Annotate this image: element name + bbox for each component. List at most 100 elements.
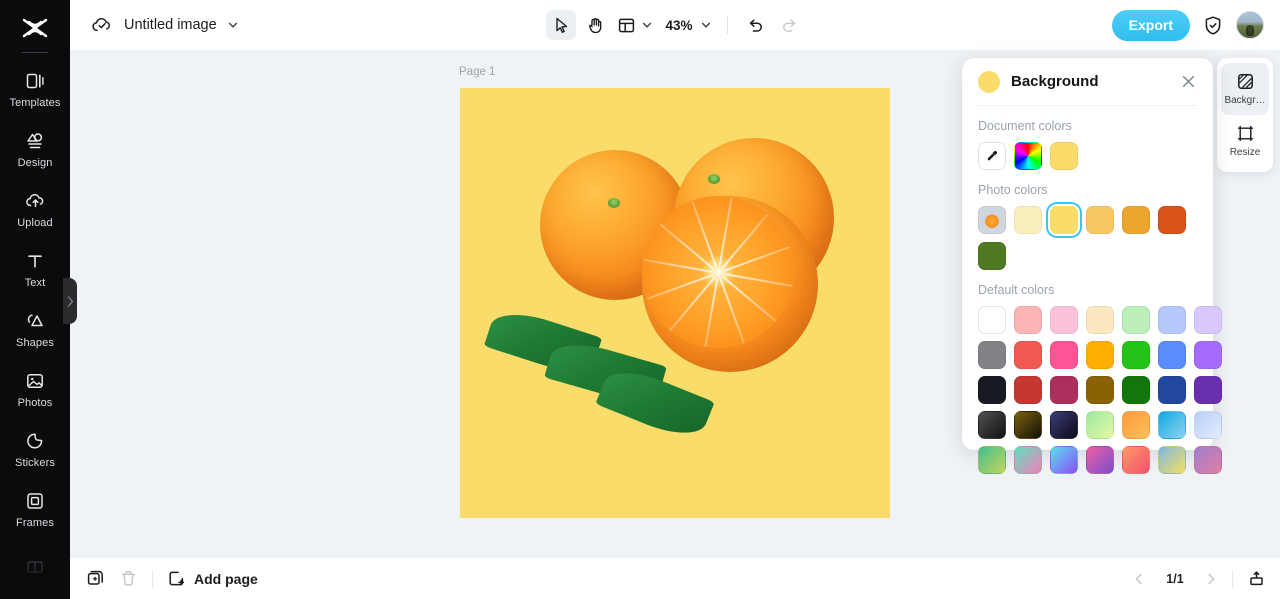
- default-gradient-swatch[interactable]: [1122, 411, 1150, 439]
- default-gradient-swatch[interactable]: [1086, 411, 1114, 439]
- default-color-swatch[interactable]: [978, 376, 1006, 404]
- document-title-chevron-down-icon[interactable]: [227, 19, 239, 31]
- photo-color-swatch[interactable]: [1158, 206, 1186, 234]
- upload-cloud-icon: [24, 190, 46, 212]
- oranges-image[interactable]: [460, 88, 890, 518]
- color-picker-rainbow[interactable]: [1014, 142, 1042, 170]
- default-color-swatch[interactable]: [1122, 376, 1150, 404]
- document-title[interactable]: Untitled image: [124, 17, 217, 33]
- rail-item-resize[interactable]: Resize: [1221, 115, 1269, 167]
- avatar[interactable]: [1236, 11, 1264, 39]
- prev-page-button[interactable]: [1132, 572, 1146, 586]
- default-color-swatch[interactable]: [978, 306, 1006, 334]
- rail-item-label: Backgr…: [1224, 95, 1266, 106]
- default-gradient-swatch[interactable]: [978, 411, 1006, 439]
- sidebar-item-templates[interactable]: Templates: [0, 59, 70, 119]
- default-colors-row: [978, 341, 1222, 369]
- next-page-button[interactable]: [1204, 572, 1218, 586]
- frames-icon: [24, 490, 46, 512]
- default-color-swatch[interactable]: [1122, 306, 1150, 334]
- background-panel: Background Document colors Photo colors: [962, 58, 1222, 474]
- sidebar-item-label: Text: [24, 276, 46, 289]
- default-gradient-swatch[interactable]: [1050, 446, 1078, 474]
- default-colors-row: [978, 411, 1222, 439]
- default-color-swatch[interactable]: [1194, 376, 1222, 404]
- default-gradient-swatch[interactable]: [1194, 411, 1222, 439]
- default-gradient-swatch[interactable]: [1122, 446, 1150, 474]
- rail-item-background[interactable]: Backgr…: [1221, 63, 1269, 115]
- shield-check-icon[interactable]: [1203, 15, 1223, 36]
- eyedropper-tool[interactable]: [978, 142, 1006, 170]
- canvas-page[interactable]: [460, 88, 890, 518]
- default-gradient-swatch[interactable]: [1014, 446, 1042, 474]
- photo-colors-row: [978, 206, 1197, 270]
- collapse-sidebar-handle[interactable]: [63, 278, 77, 324]
- default-gradient-swatch[interactable]: [978, 446, 1006, 474]
- export-button[interactable]: Export: [1111, 9, 1190, 41]
- bottom-toolbar: Add page 1/1: [70, 557, 1280, 599]
- default-color-swatch[interactable]: [978, 341, 1006, 369]
- photos-icon: [24, 370, 46, 392]
- default-color-swatch[interactable]: [1158, 306, 1186, 334]
- sidebar-item-photos[interactable]: Photos: [0, 359, 70, 419]
- default-color-swatch[interactable]: [1014, 341, 1042, 369]
- add-page-button[interactable]: Add page: [167, 569, 258, 588]
- default-color-swatch[interactable]: [1014, 306, 1042, 334]
- background-panel-title: Background: [1011, 73, 1099, 90]
- orange-stem: [608, 198, 620, 208]
- page-indicator: 1/1: [1166, 571, 1184, 586]
- sidebar-item-label: Templates: [9, 96, 61, 109]
- sidebar-item-more[interactable]: [0, 539, 70, 599]
- undo-button[interactable]: [740, 10, 770, 40]
- section-title-photo-colors: Photo colors: [978, 183, 1048, 197]
- app-logo[interactable]: [0, 6, 70, 50]
- default-color-swatch[interactable]: [1050, 376, 1078, 404]
- default-color-swatch[interactable]: [1050, 306, 1078, 334]
- current-background-swatch[interactable]: [978, 70, 1000, 93]
- default-color-swatch[interactable]: [1158, 376, 1186, 404]
- default-color-swatch[interactable]: [1194, 341, 1222, 369]
- photo-color-swatch-selected[interactable]: [1050, 206, 1078, 234]
- cloud-saved-icon[interactable]: [90, 13, 114, 37]
- default-gradient-swatch[interactable]: [1158, 411, 1186, 439]
- default-gradient-swatch[interactable]: [1050, 411, 1078, 439]
- document-color-swatch[interactable]: [1050, 142, 1078, 170]
- sidebar-item-upload[interactable]: Upload: [0, 179, 70, 239]
- default-color-swatch[interactable]: [1158, 341, 1186, 369]
- sidebar-item-design[interactable]: Design: [0, 119, 70, 179]
- default-color-swatch[interactable]: [1050, 341, 1078, 369]
- default-color-swatch[interactable]: [1122, 341, 1150, 369]
- sidebar-item-text[interactable]: Text: [0, 239, 70, 299]
- default-color-swatch[interactable]: [1194, 306, 1222, 334]
- default-gradient-swatch[interactable]: [1158, 446, 1186, 474]
- default-color-swatch[interactable]: [1086, 341, 1114, 369]
- layout-selector[interactable]: [614, 10, 656, 40]
- source-photo-thumbnail[interactable]: [978, 206, 1006, 234]
- redo-button[interactable]: [774, 10, 804, 40]
- export-tray-button[interactable]: [1247, 569, 1266, 588]
- default-gradient-swatch[interactable]: [1194, 446, 1222, 474]
- sidebar-item-shapes[interactable]: Shapes: [0, 299, 70, 359]
- default-color-swatch[interactable]: [1014, 376, 1042, 404]
- delete-page-button[interactable]: [119, 569, 138, 588]
- duplicate-page-button[interactable]: [86, 569, 105, 588]
- select-tool[interactable]: [546, 10, 576, 40]
- default-gradient-swatch[interactable]: [1014, 411, 1042, 439]
- cursor-arrow-icon: [555, 17, 567, 33]
- hand-tool[interactable]: [580, 10, 610, 40]
- add-page-label: Add page: [194, 570, 258, 587]
- sidebar-item-stickers[interactable]: Stickers: [0, 419, 70, 479]
- default-gradient-swatch[interactable]: [1086, 446, 1114, 474]
- photo-color-swatch[interactable]: [1122, 206, 1150, 234]
- zoom-selector[interactable]: 43%: [660, 10, 715, 40]
- default-color-swatch[interactable]: [1086, 376, 1114, 404]
- default-color-swatch[interactable]: [1086, 306, 1114, 334]
- photo-color-swatch[interactable]: [1014, 206, 1042, 234]
- sidebar-item-frames[interactable]: Frames: [0, 479, 70, 539]
- close-icon[interactable]: [1180, 73, 1197, 90]
- templates-icon: [24, 70, 46, 92]
- photo-color-swatch[interactable]: [1086, 206, 1114, 234]
- background-icon: [1237, 74, 1253, 89]
- sidebar-item-label: Design: [17, 156, 53, 169]
- photo-color-swatch[interactable]: [978, 242, 1006, 270]
